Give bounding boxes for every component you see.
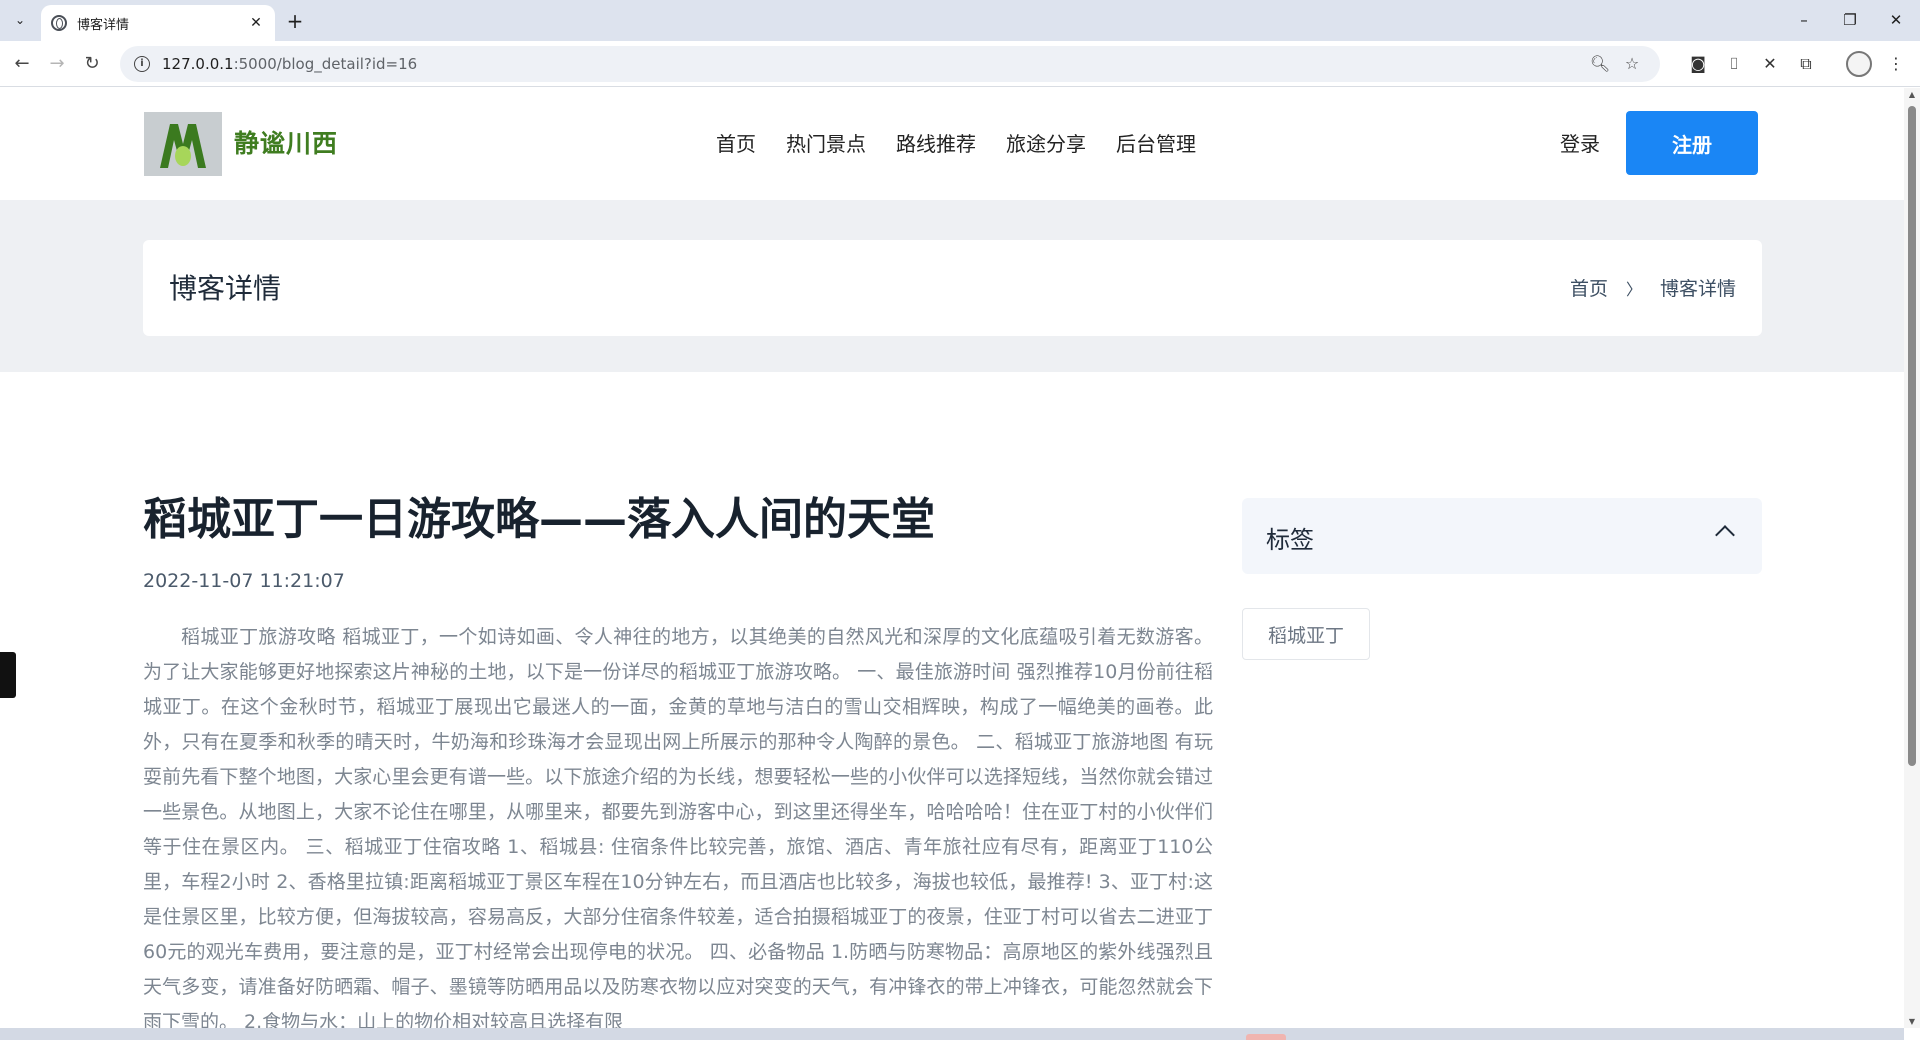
- breadcrumb: 首页 〉 博客详情: [1570, 274, 1736, 301]
- browser-tab-active[interactable]: 博客详情 ✕: [41, 5, 275, 41]
- menu-dots-icon[interactable]: ⋮: [1882, 50, 1910, 78]
- tab-search-button[interactable]: ⌄: [8, 8, 32, 32]
- url-host: 127.0.0.1: [162, 55, 234, 73]
- address-bar[interactable]: i 127.0.0.1:5000/blog_detail?id=16 🔍︎ ☆: [120, 46, 1660, 82]
- scroll-down-icon[interactable]: ▼: [1907, 1017, 1917, 1026]
- reload-button[interactable]: ↻: [78, 50, 106, 78]
- tags-widget-header[interactable]: 标签: [1242, 498, 1762, 574]
- nav-home[interactable]: 首页: [716, 128, 756, 157]
- close-window-icon: ✕: [1889, 11, 1903, 29]
- plus-icon: +: [286, 9, 304, 33]
- zoom-icon[interactable]: 🔍︎: [1586, 50, 1614, 78]
- scroll-up-icon[interactable]: ▲: [1907, 90, 1917, 99]
- globe-icon: [51, 15, 67, 31]
- minimize-button[interactable]: –: [1784, 6, 1824, 34]
- tags-widget-title: 标签: [1266, 526, 1314, 554]
- blog-article: 稻城亚丁一日游攻略——落入人间的天堂 2022-11-07 11:21:07 稻…: [143, 490, 1213, 1028]
- close-window-button[interactable]: ✕: [1876, 6, 1916, 34]
- profile-avatar[interactable]: [1846, 51, 1872, 77]
- site-logo[interactable]: [144, 112, 222, 176]
- breadcrumb-current: 博客详情: [1659, 278, 1736, 300]
- article-body: 稻城亚丁旅游攻略 稻城亚丁，一个如诗如画、令人神往的地方，以其绝美的自然风光和深…: [143, 626, 1213, 1028]
- nav-admin[interactable]: 后台管理: [1116, 128, 1196, 157]
- tag-chip[interactable]: 稻城亚丁: [1242, 608, 1371, 660]
- close-icon[interactable]: ✕: [247, 15, 265, 31]
- page-title: 博客详情: [169, 272, 282, 305]
- page-scrollbar[interactable]: ▲ ▼: [1904, 88, 1920, 1028]
- minimize-icon: –: [1800, 11, 1808, 29]
- reload-icon: ↻: [84, 53, 100, 74]
- logo-mark-icon: [160, 124, 206, 168]
- breadcrumb-card: 博客详情 首页 〉 博客详情: [143, 240, 1762, 336]
- strip-marker: [1246, 1034, 1286, 1040]
- browser-toolbar: ← → ↻ i 127.0.0.1:5000/blog_detail?id=16…: [0, 41, 1920, 87]
- close-icon[interactable]: ✕: [1756, 50, 1784, 78]
- star-icon[interactable]: ☆: [1618, 50, 1646, 78]
- nav-hot-spots[interactable]: 热门景点: [786, 128, 866, 157]
- chevron-down-icon: ⌄: [14, 13, 26, 27]
- login-link[interactable]: 登录: [1560, 128, 1600, 157]
- url-text[interactable]: 127.0.0.1:5000/blog_detail?id=16: [162, 55, 1582, 73]
- page-viewport: 静谧川西 首页 热门景点 路线推荐 旅途分享 后台管理 登录 注册 博客详情 首…: [0, 88, 1904, 1028]
- floating-side-tab[interactable]: [0, 652, 16, 698]
- bottom-strip: [0, 1028, 1904, 1040]
- scrollbar-thumb[interactable]: [1908, 106, 1916, 766]
- nav-travel-share[interactable]: 旅途分享: [1006, 128, 1086, 157]
- browser-tab-bar: ⌄ 博客详情 ✕ + – ❐ ✕: [0, 0, 1920, 41]
- url-path: :5000/blog_detail?id=16: [233, 55, 418, 73]
- chevron-right-icon: 〉: [1625, 279, 1642, 299]
- article-date: 2022-11-07 11:21:07: [143, 570, 345, 592]
- arrow-left-icon: ←: [14, 53, 30, 74]
- breadcrumb-home[interactable]: 首页: [1570, 274, 1608, 301]
- restore-icon: ❐: [1843, 11, 1857, 29]
- tag-list: 稻城亚丁: [1242, 608, 1762, 660]
- brand-name[interactable]: 静谧川西: [234, 124, 338, 160]
- breadcrumb-band: 博客详情 首页 〉 博客详情: [0, 200, 1904, 372]
- site-header: 静谧川西 首页 热门景点 路线推荐 旅途分享 后台管理 登录 注册: [0, 88, 1904, 200]
- register-button[interactable]: 注册: [1626, 111, 1758, 175]
- chevron-up-icon[interactable]: [1715, 525, 1735, 545]
- sidebar: 标签 稻城亚丁: [1242, 498, 1762, 660]
- restore-button[interactable]: ❐: [1830, 6, 1870, 34]
- bookmark-icon[interactable]: ⌷: [1720, 50, 1748, 78]
- extension-icon[interactable]: ◙: [1684, 50, 1712, 78]
- back-button[interactable]: ←: [8, 50, 36, 78]
- article-title: 稻城亚丁一日游攻略——落入人间的天堂: [143, 494, 935, 545]
- new-tab-button[interactable]: +: [282, 8, 308, 34]
- nav-routes[interactable]: 路线推荐: [896, 128, 976, 157]
- forward-button[interactable]: →: [43, 50, 71, 78]
- arrow-right-icon: →: [49, 53, 65, 74]
- info-icon[interactable]: i: [134, 56, 150, 72]
- main-nav: 首页 热门景点 路线推荐 旅途分享 后台管理: [716, 128, 1196, 157]
- puzzle-icon[interactable]: ⧉: [1792, 50, 1820, 78]
- tab-title: 博客详情: [77, 17, 130, 33]
